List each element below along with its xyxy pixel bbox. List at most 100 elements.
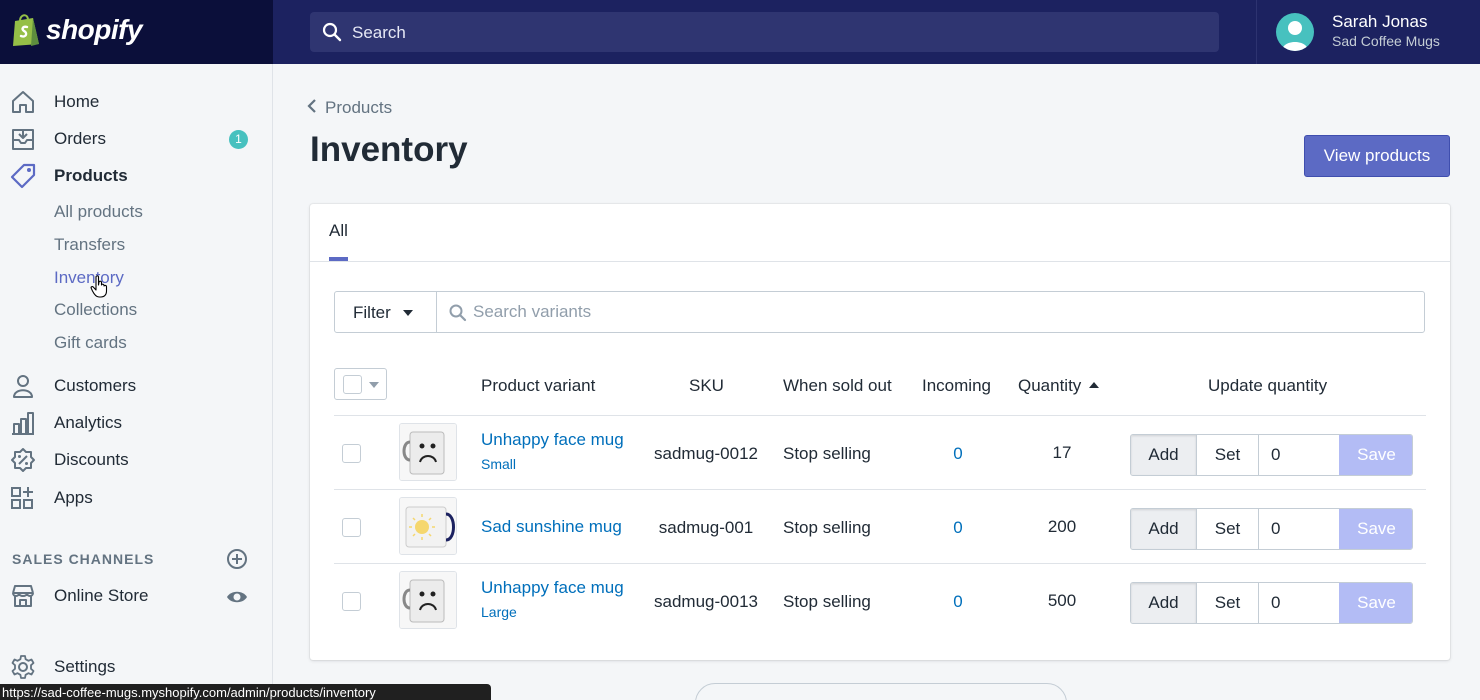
set-button[interactable]: Set (1197, 435, 1259, 475)
sort-ascending-icon (1089, 381, 1100, 388)
checkbox (343, 375, 362, 394)
filter-bar: Filter (334, 291, 1425, 333)
sidebar-subitem-inventory[interactable]: Inventory (54, 268, 124, 288)
orders-icon (12, 129, 34, 150)
search-placeholder: Search (352, 23, 406, 42)
sidebar-item-discounts[interactable]: Discounts (0, 444, 272, 476)
sad-face-mug-image (400, 424, 456, 480)
caret-down-icon (403, 310, 413, 316)
product-link[interactable]: Sad sunshine mug (481, 517, 622, 537)
eye-icon[interactable] (226, 586, 248, 608)
incoming-link[interactable]: 0 (934, 592, 982, 612)
sidebar-item-customers[interactable]: Customers (0, 370, 272, 402)
header-update-quantity: Update quantity (1208, 376, 1328, 395)
sidebar-item-label: Orders (54, 129, 106, 148)
select-all-checkbox[interactable] (334, 368, 387, 400)
gear-icon (11, 655, 35, 679)
add-button[interactable]: Add (1131, 583, 1197, 623)
product-link[interactable]: Unhappy face mug (481, 578, 624, 598)
table-row: Unhappy face mug Small sadmug-0012 Stop … (334, 415, 1426, 489)
logo-area[interactable]: shopify (0, 0, 273, 64)
orders-count-badge: 1 (229, 130, 248, 149)
sku-cell: sadmug-0013 (654, 592, 758, 611)
quantity-input[interactable] (1259, 435, 1339, 475)
header-sku: SKU (689, 376, 724, 395)
sidebar-item-label: Online Store (54, 586, 149, 605)
set-button[interactable]: Set (1197, 583, 1259, 623)
apps-icon (11, 487, 33, 509)
person-icon (13, 375, 33, 398)
bar-chart-icon (12, 412, 34, 435)
row-checkbox[interactable] (342, 444, 361, 463)
avatar[interactable] (1276, 13, 1314, 51)
quantity-cell: 17 (1052, 443, 1072, 462)
sidebar-subitem-transfers[interactable]: Transfers (54, 235, 125, 255)
sidebar-item-analytics[interactable]: Analytics (0, 407, 272, 439)
incoming-link[interactable]: 0 (934, 518, 982, 538)
product-thumbnail-sunshine-mug[interactable] (399, 497, 457, 555)
update-quantity-control: Add Set Save (1130, 508, 1413, 550)
incoming-link[interactable]: 0 (934, 444, 982, 464)
tab-all[interactable]: All (329, 221, 348, 241)
add-button[interactable]: Add (1131, 435, 1197, 475)
breadcrumb[interactable]: Products (307, 98, 392, 118)
sidebar-subitem-gift-cards[interactable]: Gift cards (54, 333, 127, 353)
sidebar-item-label: Discounts (54, 450, 129, 469)
user-name[interactable]: Sarah Jonas (1332, 12, 1427, 32)
shopify-bag-icon (13, 14, 39, 46)
variant-link[interactable]: Large (481, 604, 517, 620)
product-thumbnail-sad-face-mug[interactable] (399, 423, 457, 481)
save-button[interactable]: Save (1339, 435, 1412, 475)
sidebar-item-home[interactable]: Home (0, 86, 272, 118)
quantity-input[interactable] (1259, 583, 1339, 623)
shopify-logo-text: shopify (46, 14, 143, 45)
header-quantity-label: Quantity (1018, 376, 1082, 395)
row-checkbox[interactable] (342, 592, 361, 611)
store-icon (12, 585, 34, 607)
chevron-left-icon (307, 99, 316, 113)
sku-cell: sadmug-001 (658, 518, 754, 537)
quantity-cell: 500 (1047, 591, 1077, 610)
home-icon (12, 91, 34, 113)
sidebar-item-settings[interactable]: Settings (0, 651, 272, 683)
quantity-input[interactable] (1259, 509, 1339, 549)
sidebar-subitem-collections[interactable]: Collections (54, 300, 137, 320)
discount-icon (11, 448, 35, 472)
status-bar-url: https://sad-coffee-mugs.myshopify.com/ad… (0, 684, 491, 700)
add-channel-icon[interactable] (226, 548, 248, 570)
table-row: Sad sunshine mug sadmug-001 Stop selling… (334, 489, 1426, 563)
user-store-name: Sad Coffee Mugs (1332, 33, 1440, 49)
hand-cursor-icon (90, 275, 108, 298)
update-quantity-control: Add Set Save (1130, 582, 1413, 624)
sidebar-item-apps[interactable]: Apps (0, 482, 272, 514)
add-button[interactable]: Add (1131, 509, 1197, 549)
save-button[interactable]: Save (1339, 583, 1412, 623)
search-variants-input[interactable] (473, 297, 1413, 327)
filter-label: Filter (353, 303, 391, 322)
sidebar-item-orders[interactable]: Orders 1 (0, 123, 272, 155)
product-link[interactable]: Unhappy face mug (481, 430, 624, 450)
set-button[interactable]: Set (1197, 509, 1259, 549)
global-search[interactable]: Search (310, 12, 1219, 52)
sku-cell: sadmug-0012 (654, 444, 758, 463)
view-products-button[interactable]: View products (1304, 135, 1450, 177)
pagination-control[interactable] (695, 683, 1067, 700)
sidebar-item-label: Customers (54, 376, 137, 395)
header-incoming: Incoming (922, 376, 991, 395)
save-button[interactable]: Save (1339, 509, 1412, 549)
sidebar: Home Orders 1 Products All products Tran… (0, 64, 273, 700)
sidebar-item-products[interactable]: Products (0, 160, 272, 192)
product-thumbnail-sad-face-mug[interactable] (399, 571, 457, 629)
header-when-sold-out: When sold out (783, 376, 892, 395)
sidebar-item-label: Products (54, 166, 128, 185)
row-checkbox[interactable] (342, 518, 361, 537)
variant-link[interactable]: Small (481, 456, 516, 472)
filter-button[interactable]: Filter (335, 292, 437, 332)
sidebar-subitem-all-products[interactable]: All products (54, 202, 143, 222)
table-row: Unhappy face mug Large sadmug-0013 Stop … (334, 563, 1426, 637)
user-avatar-icon (1282, 21, 1308, 51)
when-sold-out-cell: Stop selling (783, 518, 871, 537)
divider (1256, 0, 1257, 64)
search-icon (322, 22, 342, 42)
header-quantity[interactable]: Quantity (1018, 376, 1100, 396)
